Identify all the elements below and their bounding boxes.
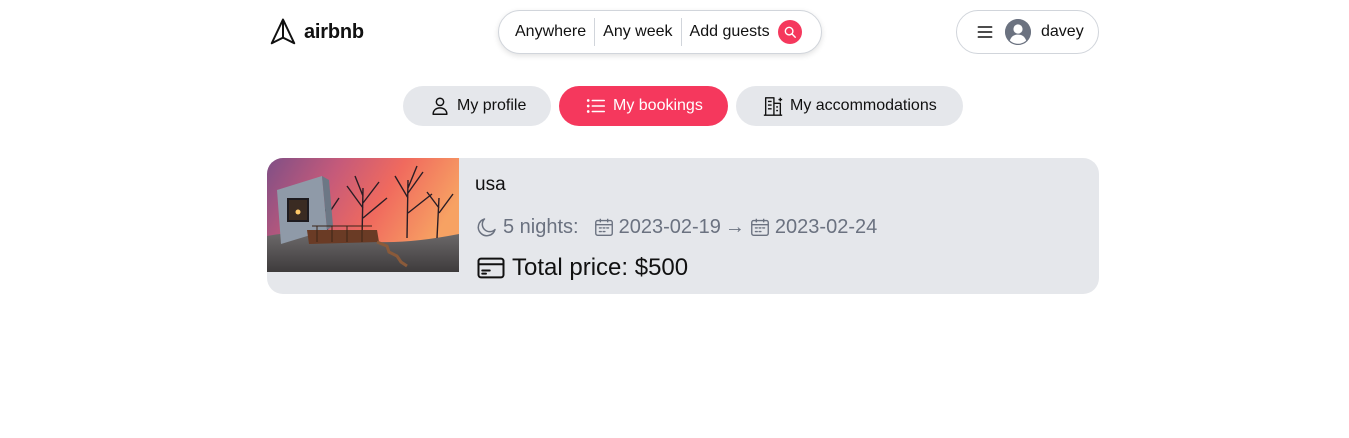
- building-icon: [763, 97, 783, 116]
- tab-label: My accommodations: [790, 97, 937, 114]
- booking-title: usa: [475, 174, 506, 195]
- booking-photo: [267, 158, 459, 272]
- tab-label: My bookings: [613, 97, 703, 114]
- header: airbnb Anywhere Any week Add guests dave…: [0, 0, 1349, 64]
- list-icon: [586, 99, 606, 113]
- username: davey: [1041, 23, 1084, 40]
- search-when[interactable]: Any week: [603, 23, 672, 41]
- avatar: [1005, 19, 1031, 45]
- search-button[interactable]: [777, 20, 802, 44]
- booking-card[interactable]: usa 5 nights: 2023-02-19 → 2023-02-24 To…: [267, 158, 1099, 294]
- calendar-icon: [594, 218, 613, 236]
- hamburger-icon: [975, 22, 995, 42]
- user-icon: [432, 97, 448, 115]
- date-arrow: →: [724, 215, 745, 238]
- moon-icon: [477, 218, 496, 237]
- price-label: Total price: $500: [512, 254, 689, 281]
- check-out-date: 2023-02-24: [774, 215, 878, 238]
- brand-logo[interactable]: airbnb: [268, 17, 364, 47]
- tab-my-bookings[interactable]: My bookings: [559, 86, 728, 126]
- check-in-date: 2023-02-19: [618, 215, 721, 238]
- calendar-icon: [750, 218, 769, 236]
- booking-dates: 5 nights: 2023-02-19 → 2023-02-24: [475, 215, 877, 239]
- divider: [680, 18, 682, 46]
- search-icon: [784, 26, 796, 38]
- tab-my-profile[interactable]: My profile: [403, 86, 551, 126]
- divider: [594, 18, 596, 46]
- search-bar[interactable]: Anywhere Any week Add guests: [498, 10, 822, 54]
- search-where[interactable]: Anywhere: [515, 23, 586, 41]
- booking-price: Total price: $500: [476, 253, 688, 283]
- credit-card-icon: [477, 257, 505, 279]
- user-menu-button[interactable]: davey: [956, 10, 1099, 54]
- tab-my-accommodations[interactable]: My accommodations: [736, 86, 963, 126]
- account-nav: My profile My bookings My accommodations: [0, 86, 1349, 126]
- brand-name: airbnb: [304, 20, 364, 43]
- paper-plane-icon: [270, 18, 296, 45]
- booking-nights: 5 nights:: [503, 215, 579, 238]
- search-guests[interactable]: Add guests: [690, 23, 770, 41]
- user-circle-icon: [1005, 19, 1031, 45]
- tab-label: My profile: [457, 97, 527, 114]
